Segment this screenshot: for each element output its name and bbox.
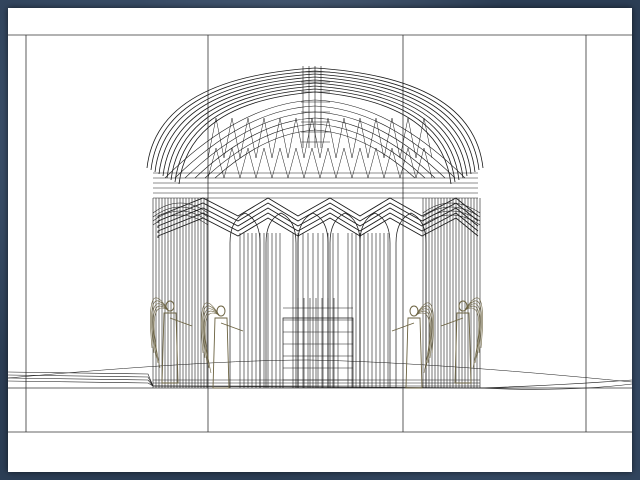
angel-wing [464, 303, 481, 359]
dome-panel [255, 117, 273, 159]
ground-line [8, 374, 154, 387]
dome-panel [399, 117, 417, 159]
angel-wing [203, 308, 220, 364]
column-capital [152, 214, 209, 226]
dome-panel [223, 147, 241, 179]
dome-rib [184, 111, 316, 179]
dome-panel [319, 147, 337, 179]
angel-wing [152, 303, 169, 359]
dome-panel [271, 117, 289, 159]
pointed-arch [265, 212, 297, 388]
dome-panel [271, 147, 289, 179]
dome-panel [239, 147, 257, 179]
wireframe-canvas [8, 34, 632, 433]
dome-panel [207, 117, 225, 159]
ground-plane-lines [8, 359, 632, 390]
angel-body [212, 317, 230, 389]
dome-wireframe [146, 66, 484, 199]
pointed-arch [329, 212, 361, 388]
dome-panel [303, 147, 321, 179]
dome-panel [383, 147, 401, 179]
angel-body [405, 317, 423, 389]
dome-rib [314, 117, 436, 179]
dome-rib [194, 117, 316, 179]
dome-panel [255, 147, 273, 179]
dome-panel [319, 117, 337, 159]
wireframe-viewport[interactable] [8, 8, 632, 472]
dome-rib [174, 105, 316, 179]
viewport-guide-lines [8, 34, 632, 433]
ground-line [8, 380, 154, 387]
ground-line [8, 359, 632, 383]
angel-body [454, 312, 472, 384]
dome-rib [314, 111, 446, 179]
ground-line [477, 379, 632, 389]
dome-rib [314, 105, 456, 179]
dome-panel [335, 147, 353, 179]
dome-panel [351, 147, 369, 179]
dome-panel [351, 117, 369, 159]
angel-body [161, 312, 179, 384]
dome-panel [287, 117, 305, 159]
dome-rib [314, 129, 416, 179]
dome-panel [287, 147, 305, 179]
angel-figures [150, 297, 483, 389]
